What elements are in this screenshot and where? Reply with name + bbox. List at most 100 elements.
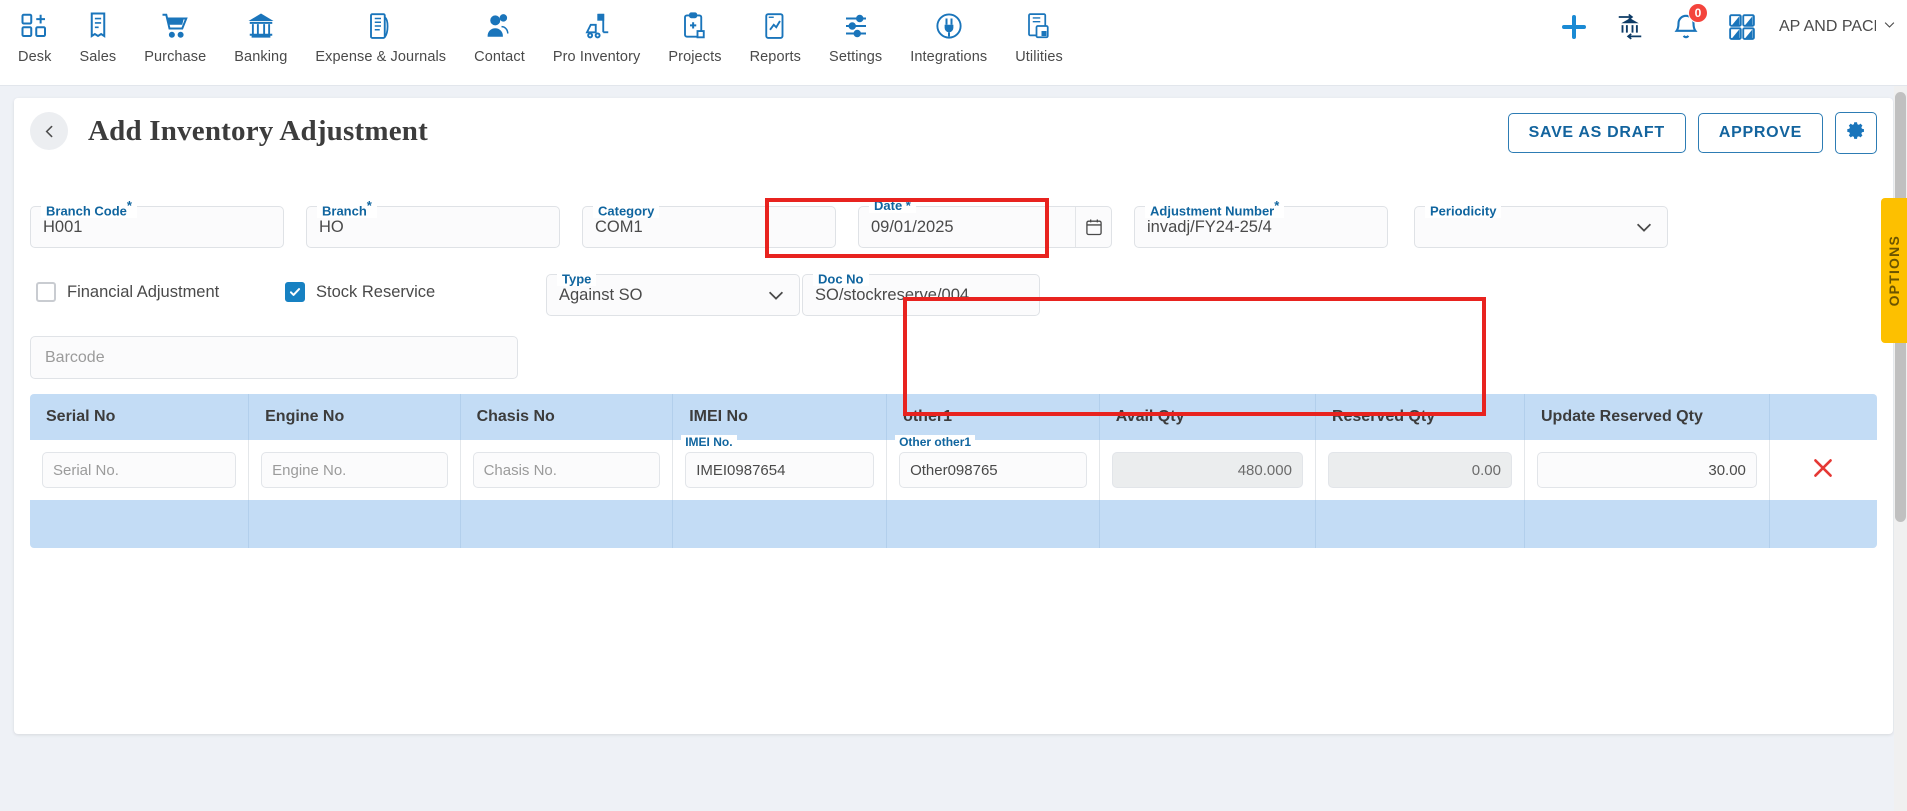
options-label: OPTIONS	[1886, 235, 1902, 306]
plug-icon	[933, 10, 965, 42]
options-side-tab[interactable]: OPTIONS	[1881, 198, 1907, 343]
form-row-2: Financial Adjustment Stock Reservice Typ…	[30, 270, 1877, 326]
nav-label: Sales	[79, 49, 116, 65]
column-header-engine-no[interactable]: Engine No	[249, 394, 460, 440]
nav-label: Banking	[234, 49, 287, 65]
company-selector[interactable]: AP AND PACK	[1779, 17, 1897, 37]
date-field[interactable]: Date *	[858, 206, 1112, 248]
nav-item-reports[interactable]: Reports	[736, 6, 815, 65]
column-header-other1[interactable]: other1	[887, 394, 1100, 440]
column-header-imei-no[interactable]: IMEI No	[673, 394, 887, 440]
cell-update-reserved-qty	[1525, 440, 1770, 500]
form-row-1: Branch Code* Branch* Category	[30, 206, 1877, 248]
branch-code-input[interactable]	[43, 218, 271, 237]
branch-field[interactable]: Branch*	[306, 206, 560, 248]
nav-label: Expense & Journals	[315, 49, 446, 65]
serial-no-input[interactable]	[42, 452, 236, 488]
category-input[interactable]	[595, 218, 823, 237]
type-input[interactable]	[559, 286, 759, 305]
nav-label: Contact	[474, 49, 525, 65]
barcode-input[interactable]	[30, 336, 518, 379]
reserved-qty-input	[1328, 452, 1512, 488]
adjustment-number-field[interactable]: Adjustment Number*	[1134, 206, 1388, 248]
type-field[interactable]: Type	[546, 274, 800, 316]
card-header: Add Inventory Adjustment SAVE AS DRAFT A…	[14, 98, 1893, 158]
field-adjustment-number-cell: Adjustment Number*	[1134, 206, 1388, 248]
doc-no-field[interactable]: Doc No	[802, 274, 1040, 316]
other1-input[interactable]	[899, 452, 1087, 488]
top-navigation-bar: Desk Sales Purchase	[0, 0, 1907, 86]
periodicity-input[interactable]	[1427, 218, 1627, 237]
notifications-button[interactable]: 0	[1667, 8, 1705, 46]
financial-adjustment-label: Financial Adjustment	[67, 283, 219, 302]
barcode-field-wrap	[30, 336, 518, 379]
stock-reservice-checkbox[interactable]: Stock Reservice	[285, 282, 435, 302]
gear-icon	[1846, 120, 1867, 146]
category-field[interactable]: Category	[582, 206, 836, 248]
bank-transfer-icon[interactable]	[1611, 8, 1649, 46]
date-input[interactable]	[871, 218, 1075, 237]
nav-item-expense-journals[interactable]: Expense & Journals	[301, 6, 460, 65]
cell-imei-no: IMEI No.	[673, 440, 887, 500]
adjustment-number-input[interactable]	[1147, 218, 1375, 237]
update-reserved-qty-input[interactable]	[1537, 452, 1757, 488]
page-title: Add Inventory Adjustment	[88, 115, 428, 148]
periodicity-field[interactable]: Periodicity	[1414, 206, 1668, 248]
imei-no-input[interactable]	[685, 452, 874, 488]
branch-label: Branch*	[317, 198, 377, 218]
page-container: Add Inventory Adjustment SAVE AS DRAFT A…	[0, 86, 1907, 811]
nav-item-contact[interactable]: Contact	[460, 6, 539, 65]
calendar-icon[interactable]	[1075, 207, 1111, 247]
doc-no-input[interactable]	[815, 286, 1027, 305]
save-as-draft-button[interactable]: SAVE AS DRAFT	[1508, 113, 1686, 153]
adjustment-number-label: Adjustment Number*	[1145, 198, 1284, 218]
utilities-icon	[1023, 10, 1055, 42]
nav-item-purchase[interactable]: Purchase	[130, 6, 220, 65]
nav-item-desk[interactable]: Desk	[4, 6, 65, 65]
field-branch-code-cell: Branch Code*	[30, 206, 284, 248]
primary-nav-items: Desk Sales Purchase	[0, 6, 1077, 65]
delete-row-button[interactable]	[1782, 455, 1865, 486]
chevron-down-icon[interactable]	[765, 284, 787, 306]
field-doc-no-cell: Doc No	[802, 274, 1040, 316]
nav-item-pro-inventory[interactable]: Pro Inventory	[539, 6, 655, 65]
column-header-chasis-no[interactable]: Chasis No	[460, 394, 673, 440]
chasis-no-input[interactable]	[473, 452, 661, 488]
sliders-icon	[840, 10, 872, 42]
column-header-avail-qty[interactable]: Avail Qty	[1099, 394, 1315, 440]
nav-item-integrations[interactable]: Integrations	[896, 6, 1001, 65]
add-new-button[interactable]	[1555, 8, 1593, 46]
branch-input[interactable]	[319, 218, 547, 237]
nav-item-utilities[interactable]: Utilities	[1001, 6, 1077, 65]
line-items-table: Serial No Engine No Chasis No IMEI No ot…	[30, 394, 1877, 548]
back-button[interactable]	[30, 112, 68, 150]
column-header-reserved-qty[interactable]: Reserved Qty	[1315, 394, 1524, 440]
nav-item-sales[interactable]: Sales	[65, 6, 130, 65]
category-label: Category	[593, 198, 659, 218]
settings-gear-button[interactable]	[1835, 112, 1877, 154]
chevron-down-icon[interactable]	[1633, 216, 1655, 238]
checkbox-box	[36, 282, 56, 302]
nav-item-projects[interactable]: Projects	[654, 6, 735, 65]
sales-receipt-icon	[82, 10, 114, 42]
financial-adjustment-checkbox[interactable]: Financial Adjustment	[36, 282, 219, 302]
date-label: Date *	[869, 198, 916, 213]
field-type-cell: Type	[546, 274, 800, 316]
apps-grid-button[interactable]	[1723, 8, 1761, 46]
field-date-cell: Date *	[858, 206, 1112, 248]
column-header-update-reserved-qty[interactable]: Update Reserved Qty	[1525, 394, 1770, 440]
chevron-down-icon	[1882, 17, 1897, 37]
column-header-serial-no[interactable]: Serial No	[30, 394, 249, 440]
cell-reserved-qty	[1315, 440, 1524, 500]
nav-label: Projects	[668, 49, 721, 65]
branch-code-label: Branch Code*	[41, 198, 137, 218]
periodicity-label: Periodicity	[1425, 198, 1501, 218]
branch-code-field[interactable]: Branch Code*	[30, 206, 284, 248]
inventory-adjustment-card: Add Inventory Adjustment SAVE AS DRAFT A…	[14, 98, 1893, 734]
approve-button[interactable]: APPROVE	[1698, 113, 1823, 153]
cell-delete-action	[1769, 440, 1877, 500]
engine-no-input[interactable]	[261, 452, 447, 488]
desk-icon	[19, 10, 51, 42]
nav-item-settings[interactable]: Settings	[815, 6, 896, 65]
nav-item-banking[interactable]: Banking	[220, 6, 301, 65]
